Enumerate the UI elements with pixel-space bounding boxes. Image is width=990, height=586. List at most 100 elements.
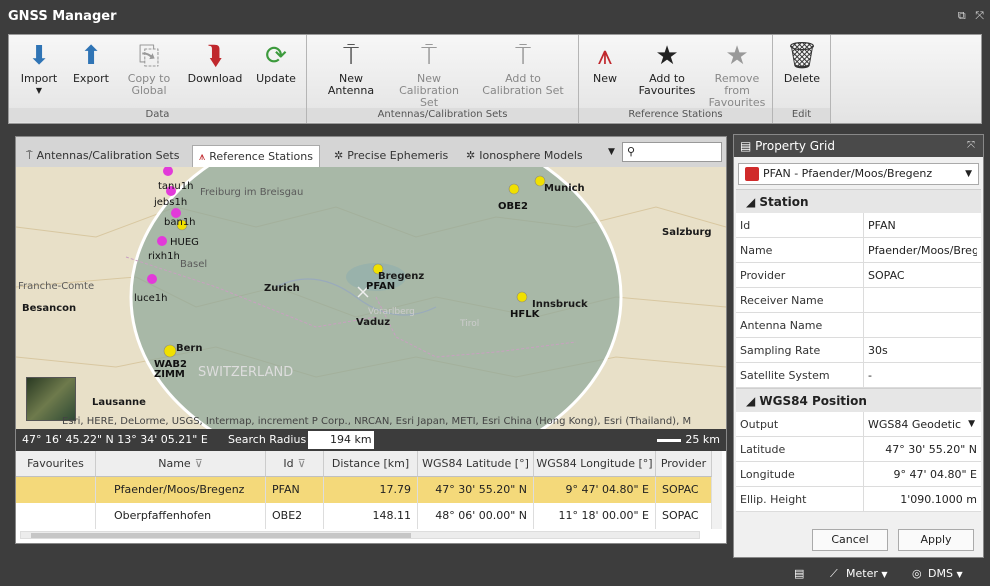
station-flag-icon [745, 167, 759, 181]
table-row[interactable]: Oberpfaffenhofen OBE2 148.11 48° 06' 00.… [16, 503, 712, 529]
column-longitude[interactable]: WGS84 Longitude [°] [534, 451, 656, 477]
delete-button[interactable]: 🗑 Delete [777, 39, 827, 85]
tab-overflow-chevron-icon[interactable]: ▼ [608, 147, 615, 157]
property-row[interactable]: Sampling Rate 30s [736, 338, 981, 363]
new-station-icon: ⩚ [597, 41, 613, 71]
column-name[interactable]: Name ⊽ [96, 451, 266, 477]
table-header: Favourites Name ⊽ Id ⊽ Distance [km] WGS84… [16, 451, 712, 477]
download-button[interactable]: ⮯ Download [183, 39, 247, 85]
map-label-zurich: Zurich [264, 283, 300, 294]
add-to-calibration-set-button[interactable]: ⍑ Add to Calibration Set [475, 39, 571, 97]
column-latitude[interactable]: WGS84 Latitude [°] [418, 451, 534, 477]
category-wgs84-position[interactable]: ◢ WGS84 Position [736, 388, 981, 412]
property-row[interactable]: Antenna Name [736, 313, 981, 338]
import-button[interactable]: ⬇ Import ▼ [13, 39, 65, 97]
category-station[interactable]: ◢ Station [736, 189, 981, 213]
map-attribution: Esri, HERE, DeLorme, USGS, Intermap, inc… [62, 416, 692, 427]
tab-antennas-calibration-sets[interactable]: ⍑ Antennas/Calibration Sets [20, 145, 185, 167]
window-controls: ⧉ ⤧ [952, 9, 984, 23]
export-button[interactable]: ⬆ Export [65, 39, 117, 85]
units-dropdown[interactable]: Meter ▼ [846, 562, 888, 586]
basemap-thumbnail[interactable] [26, 377, 76, 421]
column-favourites[interactable]: Favourites [16, 451, 96, 477]
globe-icon: ◎ [912, 567, 922, 580]
map-label-besancon: Besancon [22, 303, 77, 314]
property-grid-actions: Cancel Apply [734, 523, 983, 557]
ribbon-group-data: ⬇ Import ▼ ⬆ Export ⎘ Copy to Global ⮯ D… [9, 35, 307, 123]
property-row[interactable]: Satellite System - [736, 363, 981, 388]
cell-latitude: 48° 06' 00.00" N [418, 503, 534, 529]
restore-icon[interactable]: ⧉ [958, 9, 966, 22]
cell-name: Oberpfaffenhofen [96, 503, 266, 529]
ribbon-group-reference-stations: ⩚ New ★ Add to Favourites ★ Remove from … [579, 35, 773, 123]
selected-object-dropdown[interactable]: PFAN - Pfaender/Moos/Bregenz ▼ [738, 163, 979, 185]
map-label-salzburg: Salzburg [662, 227, 712, 238]
column-provider[interactable]: Provider [656, 451, 712, 477]
horizontal-scrollbar[interactable] [20, 531, 700, 539]
reference-station-icon: ⩚ [199, 150, 206, 163]
map-search-input[interactable]: ⚲ [622, 142, 722, 162]
new-station-button[interactable]: ⩚ New [583, 39, 627, 85]
station-label: ZIMM [154, 369, 185, 380]
station-label: HUEG [170, 237, 199, 248]
close-icon[interactable]: ⤧ [975, 9, 984, 22]
scrollbar-thumb[interactable] [31, 533, 411, 538]
cell-favourite [16, 503, 96, 529]
property-row[interactable]: Latitude 47° 30' 55.20" N [736, 437, 981, 462]
import-icon: ⬇ [28, 41, 50, 71]
ribbon-group-label: Data [9, 108, 306, 122]
filter-icon[interactable]: ⊽ [195, 457, 203, 470]
satellite-icon: ✲ [466, 149, 476, 162]
station-label: HFLK [510, 309, 540, 320]
add-to-favourites-button[interactable]: ★ Add to Favourites [635, 39, 699, 97]
property-row[interactable]: Longitude 9° 47' 04.80" E [736, 462, 981, 487]
map-label-lausanne: Lausanne [92, 397, 146, 408]
status-bar: ▤ ⟋ Meter ▼ ◎ DMS ▼ [0, 562, 990, 586]
station-label: jebs1h [154, 197, 188, 208]
property-row[interactable]: Receiver Name [736, 288, 981, 313]
tab-ionosphere-models[interactable]: ✲ Ionosphere Models [460, 145, 589, 167]
new-antenna-button[interactable]: ⍑ New Antenna [321, 39, 381, 97]
property-row[interactable]: NamePfaender/Moos/Bregenz [736, 238, 981, 263]
vertical-scrollbar[interactable] [712, 451, 722, 529]
copy-to-global-button[interactable]: ⎘ Copy to Global [119, 39, 179, 97]
property-row[interactable]: Ellip. Height 1'090.1000 m [736, 487, 981, 512]
apply-button[interactable]: Apply [898, 529, 974, 551]
cell-longitude: 11° 18' 00.00" E [534, 503, 656, 529]
tab-reference-stations[interactable]: ⩚ Reference Stations [192, 145, 320, 167]
new-calibration-set-button[interactable]: ⍑ New Calibration Set [389, 39, 469, 109]
update-button[interactable]: ⟳ Update [249, 39, 303, 85]
column-id[interactable]: Id ⊽ [266, 451, 324, 477]
cancel-button[interactable]: Cancel [812, 529, 888, 551]
antenna-icon: ⍑ [26, 149, 33, 162]
new-antenna-icon: ⍑ [343, 41, 359, 71]
output-format-select[interactable]: WGS84 Geodetic ▼ [868, 412, 977, 437]
station-label: PFAN [366, 281, 396, 292]
tab-precise-ephemeris[interactable]: ✲ Precise Ephemeris [328, 145, 454, 167]
property-row[interactable]: Id PFAN [736, 213, 981, 238]
cursor-coordinates: 47° 16' 45.22" N 13° 34' 05.21" E [22, 433, 208, 446]
search-radius-input[interactable]: 194 km [308, 431, 374, 449]
chevron-down-icon: ▼ [968, 419, 975, 429]
cell-distance: 17.79 [324, 477, 418, 503]
new-calibration-icon: ⍑ [421, 41, 437, 71]
property-row[interactable]: Provider SOPAC [736, 263, 981, 288]
ruler-icon: ⟋ [830, 567, 838, 580]
map-label-switzerland: SWITZERLAND [198, 365, 294, 380]
layout-icon[interactable]: ▤ [794, 562, 804, 586]
ribbon-group-edit: 🗑 Delete Edit [773, 35, 831, 123]
search-icon: ⚲ [627, 145, 636, 158]
property-row[interactable]: Output WGS84 Geodetic ▼ [736, 412, 981, 437]
station-label: ban1h [164, 217, 196, 228]
remove-from-favourites-button[interactable]: ★ Remove from Favourites [703, 39, 771, 109]
property-grid-panel: ▤ Property Grid ⤧ PFAN - Pfaender/Moos/B… [733, 134, 984, 558]
close-panel-icon[interactable]: ⤧ [967, 135, 975, 157]
add-calibration-icon: ⍑ [515, 41, 531, 71]
table-row[interactable]: Pfaender/Moos/Bregenz PFAN 17.79 47° 30'… [16, 477, 712, 503]
filter-icon[interactable]: ⊽ [298, 457, 306, 470]
map-view[interactable]: Freiburg im Breisgau Basel Zurich Besanc… [16, 167, 726, 429]
angle-format-dropdown[interactable]: DMS ▼ [928, 562, 963, 586]
map-label-tirol: Tirol [460, 319, 480, 329]
column-distance[interactable]: Distance [km] [324, 451, 418, 477]
stations-table: Favourites Name ⊽ Id ⊽ Distance [km] WGS84… [16, 451, 726, 543]
